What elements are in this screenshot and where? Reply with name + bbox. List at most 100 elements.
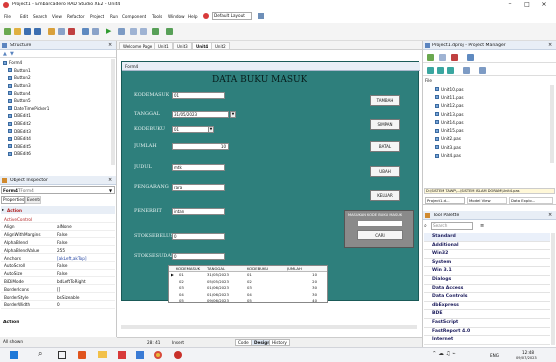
keluar-button[interactable]: KELUAR (370, 190, 400, 201)
cari-button[interactable]: CARI (357, 230, 403, 240)
tambah-button[interactable]: TAMBAH (370, 95, 400, 106)
remove-file-icon[interactable] (68, 28, 75, 35)
tree-item[interactable]: DBEdit3 (2, 127, 112, 135)
pause-icon[interactable] (118, 28, 125, 35)
tab-unit1[interactable]: Unit1 (154, 42, 173, 49)
palette-category[interactable]: Win 3.1 (424, 267, 550, 276)
palette-options-icon[interactable]: ≡ (480, 223, 484, 229)
inspector-group[interactable]: ▸ Action (1, 206, 115, 214)
windows-start-icon[interactable] (10, 351, 18, 359)
forward-icon[interactable] (166, 28, 173, 35)
run-icon[interactable]: ▶ (106, 27, 111, 35)
tree-item[interactable]: Button4 (2, 89, 112, 97)
list-item[interactable]: Unit2.pas (425, 135, 547, 143)
tab-unit4[interactable]: Unit4 (192, 42, 213, 49)
simpan-button[interactable]: SIMPAN (370, 119, 400, 130)
list-item[interactable]: Unit10.pas (425, 85, 547, 93)
office-icon[interactable] (78, 351, 86, 359)
expand-all-icon[interactable] (437, 67, 444, 74)
judul-field[interactable]: mtk (172, 164, 225, 171)
inspector-row[interactable]: BorderIcons [] (1, 285, 115, 293)
table-row[interactable]: 05 09/06/2023 05 40 (169, 298, 327, 304)
tree-item[interactable]: Button1 (2, 67, 112, 75)
clock-date[interactable]: 09/07/2023 (516, 356, 537, 360)
tree-item[interactable]: Button3 (2, 82, 112, 90)
palette-category[interactable]: Additional (424, 242, 550, 251)
language-indicator[interactable]: ENG (490, 353, 499, 358)
tree-item[interactable]: DBEdit1 (2, 112, 112, 120)
list-item[interactable]: Unit15.pas (425, 126, 547, 134)
palette-category[interactable]: Data Access (424, 285, 550, 294)
tab-events[interactable]: Events (25, 196, 41, 204)
view-options-icon[interactable] (467, 54, 474, 61)
list-item[interactable]: Unit12.pas (425, 102, 547, 110)
palette-category[interactable]: FastReport 4.0 (424, 328, 550, 337)
menu-tools[interactable]: Tools (152, 14, 162, 19)
tree-item[interactable]: DBEdit4 (2, 135, 112, 143)
kodebuku-dropdown-icon[interactable]: ▼ (208, 126, 214, 133)
tree-item[interactable]: Button5 (2, 97, 112, 105)
tab-code[interactable]: Code (235, 339, 252, 346)
pengarang-field[interactable]: rara (172, 184, 225, 191)
inspector-row[interactable]: AlphaBlendValue 255 (1, 246, 115, 254)
minimize-icon[interactable]: – (505, 0, 515, 7)
kodemasuk-field[interactable]: 01 (172, 92, 225, 99)
tab-unit2[interactable]: Unit2 (211, 42, 230, 49)
designer-hscrollbar[interactable] (121, 325, 417, 329)
menu-component[interactable]: Component (122, 14, 146, 19)
back-icon[interactable] (152, 28, 159, 35)
palette-category[interactable]: Data Controls (424, 293, 550, 302)
tab-data-explorer[interactable]: Data Explo... (509, 197, 553, 204)
search-icon[interactable]: ⌕ (38, 349, 42, 359)
save-icon[interactable] (24, 28, 31, 35)
new-form-icon[interactable] (92, 28, 99, 35)
structure-scrollbar[interactable] (111, 59, 115, 165)
tree-item[interactable]: DBEdit6 (2, 150, 112, 158)
palette-category[interactable]: Win32 (424, 250, 550, 259)
collapse-all-icon[interactable] (447, 67, 454, 74)
structure-up-icon[interactable]: ▲ (3, 51, 7, 57)
palette-category[interactable]: Dialogs (424, 276, 550, 285)
close-icon[interactable]: × (539, 0, 549, 8)
project-options-icon[interactable] (463, 67, 470, 74)
palette-category[interactable]: System (424, 259, 550, 268)
tab-unit3[interactable]: Unit3 (173, 42, 192, 49)
inspector-row[interactable]: BiDiMode bdLeftToRight (1, 277, 115, 286)
layout-combo[interactable]: Default Layout (212, 12, 252, 20)
inspector-row[interactable]: Align alNone (1, 223, 115, 231)
trace-icon[interactable] (140, 28, 147, 35)
list-item[interactable]: Unit13.pas (425, 110, 547, 118)
clock-time[interactable]: 12:48 (522, 350, 534, 355)
step-icon[interactable] (130, 28, 137, 35)
inspector-close-icon[interactable]: × (108, 177, 112, 183)
inspector-row[interactable]: Anchors [akLeft,akTop] (1, 254, 115, 262)
tab-history[interactable]: History (269, 339, 290, 346)
new-item-icon[interactable] (439, 54, 446, 61)
menu-project[interactable]: Project (90, 14, 104, 19)
jumlah-field[interactable]: 10 (172, 143, 229, 150)
inspector-row[interactable]: AlphaBlend False (1, 238, 115, 247)
inspector-row[interactable]: AutoScroll False (1, 262, 115, 270)
chrome-icon[interactable] (154, 351, 162, 359)
tab-welcome-page[interactable]: Welcome Page (119, 42, 157, 49)
list-item[interactable]: Unit3.pas (425, 143, 547, 151)
rad-studio-icon[interactable] (174, 351, 182, 359)
sync-icon[interactable] (427, 67, 434, 74)
open-icon[interactable] (14, 28, 21, 35)
tree-item[interactable]: DateTimePicker1 (2, 105, 112, 113)
inspector-row[interactable]: BorderStyle bsSizeable (1, 293, 115, 301)
inspector-row[interactable]: BorderWidth 0 (1, 301, 115, 309)
palette-scrollbar[interactable] (551, 233, 555, 345)
menu-window[interactable]: Window (168, 14, 185, 19)
inspector-row[interactable]: AlignWithMargins False (1, 231, 115, 239)
remove-item-icon[interactable] (451, 54, 458, 61)
tab-project[interactable]: Project1.d... (425, 197, 465, 204)
menu-edit[interactable]: Edit (20, 14, 28, 19)
list-item[interactable]: Unit14.pas (425, 118, 547, 126)
new-icon[interactable] (4, 28, 11, 35)
calendar-dropdown-icon[interactable]: ▼ (230, 111, 236, 118)
save-all-icon[interactable] (34, 28, 41, 35)
palette-search-input[interactable]: Search (431, 222, 473, 230)
add-file-icon[interactable] (58, 28, 65, 35)
palette-category[interactable]: Internet (424, 336, 550, 345)
